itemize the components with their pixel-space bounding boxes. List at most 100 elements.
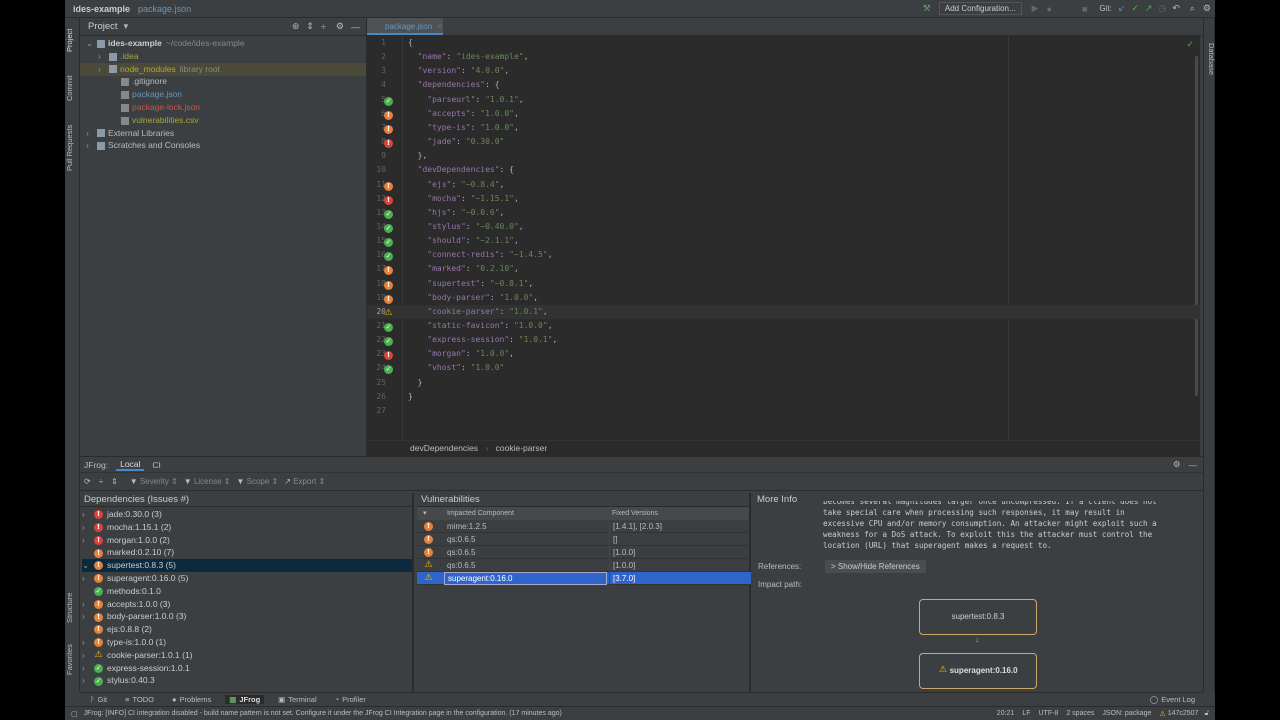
breadcrumb-item[interactable]: devDependencies (410, 443, 478, 453)
code-line[interactable]: 5✓ "parseurl": "1.0.1", (366, 93, 1200, 107)
dependency-item[interactable]: ›! body-parser:1.0.0 (3) (82, 610, 412, 623)
chevron-right-icon[interactable]: › (82, 598, 94, 611)
code-line[interactable]: 20 ⚠ "cookie-parser": "1.0.1", (366, 304, 1200, 319)
license-filter[interactable]: ▼ License ⇕ (184, 477, 231, 486)
export-button[interactable]: ↗ Export ⇕ (284, 477, 325, 486)
severity-filter[interactable]: ▼ Severity ⇕ (130, 477, 178, 486)
sort-icon[interactable]: ▾ (423, 507, 427, 520)
code-line[interactable]: 26} (366, 390, 1200, 404)
column-fixed-versions[interactable]: Fixed Versions (612, 507, 658, 520)
git-update-icon[interactable]: ↙ (1118, 3, 1126, 14)
indent-setting[interactable]: 2 spaces (1066, 710, 1094, 717)
dependency-item[interactable]: ! marked:0.2.10 (7) (82, 546, 412, 559)
dependency-item[interactable]: ›! mocha:1.15.1 (2) (82, 521, 412, 534)
build-hammer-icon[interactable]: ⚒ (923, 3, 931, 14)
critical-severity-icon[interactable]: ! (384, 195, 393, 205)
code-line[interactable]: 22 ✓ "express-session": "1.0.1", (366, 333, 1200, 347)
chevron-right-icon[interactable]: › (82, 674, 94, 687)
code-line[interactable]: 13 ✓ "hjs": "~0.0.6", (366, 206, 1200, 220)
show-hide-references-button[interactable]: > Show/Hide References (825, 560, 926, 573)
file-encoding[interactable]: UTF-8 (1039, 710, 1059, 717)
gear-icon[interactable]: ⚙ (336, 21, 344, 32)
medium-severity-icon[interactable]: ⚠ (384, 308, 393, 318)
dependency-item[interactable]: ⌄! supertest:0.8.3 (5) (82, 559, 412, 573)
tree-item[interactable]: package.json (80, 88, 366, 101)
high-severity-icon[interactable]: ! (384, 181, 393, 191)
no-issues-icon[interactable]: ✓ (384, 238, 393, 248)
tree-item[interactable]: .gitignore (80, 75, 366, 88)
tab-ci[interactable]: CI (152, 460, 161, 470)
chevron-down-icon[interactable]: ⌄ (82, 559, 94, 572)
code-line[interactable]: 12! "mocha": "~1.15.1", (366, 192, 1200, 206)
add-configuration-button[interactable]: Add Configuration... (938, 2, 1022, 15)
chevron-right-icon[interactable]: › (82, 649, 94, 662)
critical-severity-icon[interactable]: ! (384, 351, 393, 361)
chevron-right-icon[interactable]: › (82, 521, 94, 534)
toolwindow-jfrog[interactable]: ▦ JFrog (225, 695, 265, 704)
chevron-right-icon[interactable]: › (86, 139, 97, 152)
settings-gear-icon[interactable]: ⚙ (1203, 3, 1211, 14)
expand-all-icon[interactable]: ⇕ (306, 21, 314, 32)
search-icon[interactable]: ⌕ (1190, 3, 1195, 14)
tab-local[interactable]: Local (116, 459, 145, 471)
event-log-button[interactable]: ◯ Event Log (1150, 695, 1195, 704)
high-severity-icon[interactable]: ! (384, 280, 393, 290)
cursor-position[interactable]: 20:21 (997, 710, 1015, 717)
vulnerability-row[interactable]: ! qs:0.6.5 [1.0.0] (417, 545, 751, 559)
lock-icon[interactable]: 🔓︎ (1204, 710, 1209, 718)
chevron-right-icon[interactable]: › (82, 508, 94, 521)
toolwindow-terminal[interactable]: ▣ Terminal (274, 695, 320, 704)
dependency-item[interactable]: ›! accepts:1.0.0 (3) (82, 598, 412, 611)
code-line[interactable]: 24 ✓ "vhost": "1.0.0" (366, 361, 1200, 375)
hide-icon[interactable]: — (1189, 460, 1198, 470)
git-push-icon[interactable]: ↗ (1145, 3, 1153, 14)
chevron-down-icon[interactable]: ▾ (124, 21, 129, 32)
code-line[interactable]: 7! "type-is": "1.0.0", (366, 121, 1200, 135)
file-breadcrumb[interactable]: package.json (138, 4, 191, 14)
tab-commit[interactable]: Commit (65, 68, 80, 108)
code-line[interactable]: 10 "devDependencies": { (366, 163, 1200, 177)
code-line[interactable]: 1{ (366, 36, 1200, 50)
toolwindow-git[interactable]: ᚹ Git (86, 695, 111, 704)
collapse-all-icon[interactable]: ÷ (99, 477, 103, 486)
dependency-item[interactable]: › ✓ express-session:1.0.1 (82, 662, 412, 675)
code-line[interactable]: 14 ✓ "stylus": "~0.40.0", (366, 220, 1200, 234)
tab-structure[interactable]: Structure (65, 588, 80, 628)
code-line[interactable]: 25 } (366, 376, 1200, 390)
chevron-right-icon[interactable]: › (82, 662, 94, 675)
column-impacted-component[interactable]: Impacted Component (447, 507, 514, 520)
vulnerability-row[interactable]: ! mime:1.2.5 [1.4.1], [2.0.3] (417, 520, 751, 533)
git-commit-icon[interactable]: ✓ (1131, 3, 1139, 14)
tree-item[interactable]: ⌄ ides-example ~/code/ides-example (80, 37, 366, 50)
dependency-item[interactable]: ✓ methods:0.1.0 (82, 585, 412, 598)
code-line[interactable]: 23! "morgan": "1.0.0", (366, 347, 1200, 361)
no-issues-icon[interactable]: ✓ (384, 337, 393, 347)
code-line[interactable]: 2 "name": "ides-example", (366, 50, 1200, 64)
no-issues-icon[interactable]: ✓ (384, 96, 393, 106)
dependency-item[interactable]: ›! superagent:0.16.0 (5) (82, 572, 412, 585)
tree-item[interactable]: package-lock.json (80, 101, 366, 114)
code-line[interactable]: 17! "marked": "0.2.10", (366, 262, 1200, 276)
chevron-right-icon[interactable]: › (86, 127, 97, 140)
tab-favorites[interactable]: Favorites (65, 640, 80, 680)
code-line[interactable]: 21 ✓ "static-favicon": "1.0.0", (366, 319, 1200, 333)
locate-icon[interactable]: ⊛ (292, 21, 300, 32)
dependency-item[interactable]: ›! jade:0.30.0 (3) (82, 508, 412, 521)
project-view-title[interactable]: Project (88, 21, 118, 32)
dependency-item[interactable]: › ⚠ cookie-parser:1.0.1 (1) (82, 649, 412, 662)
tab-pull-requests[interactable]: Pull Requests (65, 118, 80, 178)
code-line[interactable]: 27 (366, 404, 1200, 418)
code-line[interactable]: 6! "accepts": "1.0.0", (366, 107, 1200, 121)
high-severity-icon[interactable]: ! (384, 294, 393, 304)
code-line[interactable]: 18! "supertest": "~0.8.1", (366, 277, 1200, 291)
no-issues-icon[interactable]: ✓ (384, 209, 393, 219)
chevron-right-icon[interactable]: › (82, 572, 94, 585)
high-severity-icon[interactable]: ! (384, 266, 393, 276)
toolwindow-problems[interactable]: ● Problems (168, 695, 215, 704)
chevron-right-icon[interactable]: › (82, 610, 94, 623)
code-line[interactable]: 11! "ejs": "~0.8.4", (366, 178, 1200, 192)
hide-icon[interactable]: — (351, 22, 360, 32)
vulnerability-row[interactable]: ⚠ superagent:0.16.0 [3.7.0] (417, 571, 751, 585)
code-line[interactable]: 19! "body-parser": "1.0.0", (366, 291, 1200, 305)
code-line[interactable]: 9 }, (366, 149, 1200, 163)
